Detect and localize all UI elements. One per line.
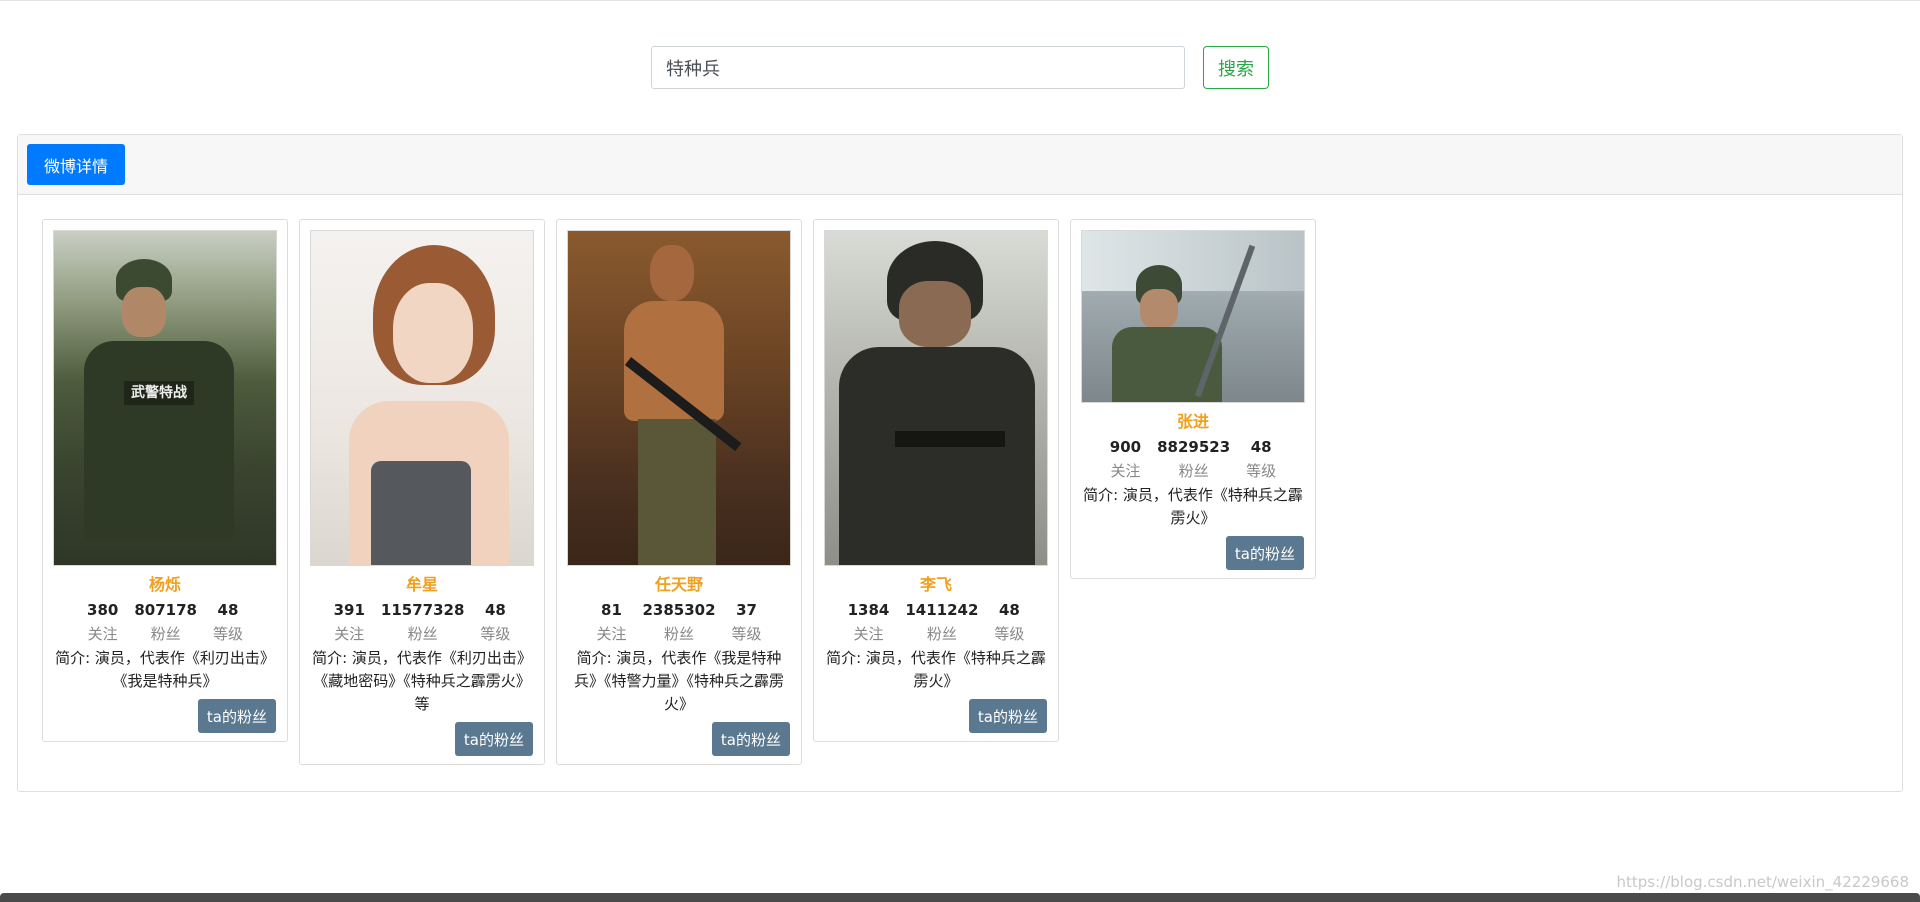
user-card: 牟星 391 关注 11577328 粉丝 48 等级 简介: 演员，代表作《利… <box>299 219 545 765</box>
user-intro: 简介: 演员，代表作《特种兵之霹雳火》 <box>1083 486 1303 527</box>
level-label: 等级 <box>731 625 762 643</box>
user-photo[interactable] <box>824 230 1048 566</box>
user-name[interactable]: 牟星 <box>406 574 438 596</box>
user-card: 张进 900 关注 8829523 粉丝 48 等级 简介: 演员，代表作《特种… <box>1070 219 1316 579</box>
user-stats: 81 关注 2385302 粉丝 37 等级 <box>568 598 790 646</box>
fans-label: 粉丝 <box>663 625 694 643</box>
fans-stat: 11577328 粉丝 <box>373 598 473 646</box>
follow-label: 关注 <box>87 625 118 643</box>
follow-stat: 900 关注 <box>1102 435 1149 483</box>
level-stat: 48 等级 <box>472 598 518 646</box>
follow-label: 关注 <box>853 625 884 643</box>
view-fans-button[interactable]: ta的粉丝 <box>1225 536 1304 570</box>
horizontal-scrollbar[interactable] <box>0 893 1920 902</box>
level-label: 等级 <box>1246 462 1277 480</box>
user-card: 李飞 1384 关注 1411242 粉丝 48 等级 简介: 演员，代表作《特… <box>813 219 1059 742</box>
fans-count: 807178 <box>134 601 197 619</box>
level-value: 37 <box>736 601 757 619</box>
fans-count: 1411242 <box>905 601 979 619</box>
user-stats: 380 关注 807178 粉丝 48 等级 <box>54 598 276 646</box>
fans-stat: 1411242 粉丝 <box>897 598 986 646</box>
follow-stat: 391 关注 <box>326 598 373 646</box>
user-intro: 简介: 演员，代表作《特种兵之霹雳火》 <box>826 649 1046 690</box>
follow-count: 1384 <box>847 601 890 619</box>
user-photo[interactable] <box>567 230 791 566</box>
level-value: 48 <box>217 601 239 619</box>
fans-stat: 8829523 粉丝 <box>1149 435 1238 483</box>
search-input[interactable] <box>651 46 1185 89</box>
fans-label: 粉丝 <box>407 625 438 643</box>
top-divider <box>0 0 1920 1</box>
fans-stat: 807178 粉丝 <box>126 598 205 646</box>
level-stat: 48 等级 <box>205 598 251 646</box>
user-photo[interactable] <box>1081 230 1305 403</box>
follow-label: 关注 <box>596 625 627 643</box>
level-label: 等级 <box>212 625 243 643</box>
level-value: 48 <box>484 601 506 619</box>
user-name[interactable]: 张进 <box>1177 411 1209 433</box>
user-intro: 简介: 演员，代表作《利刃出击》《藏地密码》《特种兵之霹雳火》等 <box>312 649 532 713</box>
view-fans-button[interactable]: ta的粉丝 <box>454 722 533 756</box>
panel-header: 微博详情 <box>18 135 1902 195</box>
level-stat: 48 等级 <box>986 598 1032 646</box>
follow-stat: 380 关注 <box>79 598 126 646</box>
follow-count: 81 <box>601 601 622 619</box>
level-label: 等级 <box>480 625 511 643</box>
follow-label: 关注 <box>334 625 365 643</box>
follow-count: 391 <box>333 601 365 619</box>
search-button[interactable]: 搜索 <box>1203 46 1269 89</box>
level-stat: 48 等级 <box>1238 435 1284 483</box>
fans-label: 粉丝 <box>926 625 957 643</box>
fans-count: 8829523 <box>1157 438 1231 456</box>
follow-stat: 81 关注 <box>588 598 634 646</box>
follow-stat: 1384 关注 <box>840 598 898 646</box>
fans-label: 粉丝 <box>1178 462 1209 480</box>
user-name[interactable]: 杨烁 <box>149 574 181 596</box>
search-bar: 搜索 <box>651 46 1269 89</box>
watermark-text: https://blog.csdn.net/weixin_42229668 <box>1616 873 1909 891</box>
view-fans-button[interactable]: ta的粉丝 <box>968 699 1047 733</box>
user-stats: 391 关注 11577328 粉丝 48 等级 <box>311 598 533 646</box>
user-intro: 简介: 演员，代表作《我是特种兵》《特警力量》《特种兵之霹雳火》 <box>573 649 784 713</box>
follow-count: 380 <box>87 601 119 619</box>
user-photo[interactable] <box>310 230 534 566</box>
user-intro: 简介: 演员，代表作《利刃出击》《我是特种兵》 <box>55 649 275 690</box>
level-value: 48 <box>1250 438 1272 456</box>
view-fans-button[interactable]: ta的粉丝 <box>711 722 790 756</box>
weibo-detail-tab[interactable]: 微博详情 <box>27 144 126 185</box>
user-name[interactable]: 任天野 <box>655 574 703 596</box>
level-label: 等级 <box>994 625 1025 643</box>
follow-count: 900 <box>1109 438 1142 456</box>
fans-label: 粉丝 <box>150 625 181 643</box>
user-stats: 1384 关注 1411242 粉丝 48 等级 <box>825 598 1047 646</box>
level-value: 48 <box>998 601 1020 619</box>
user-stats: 900 关注 8829523 粉丝 48 等级 <box>1082 435 1304 483</box>
weibo-panel: 微博详情 武警特战 杨烁 380 关注 807178 粉丝 48 等级 简介: … <box>17 134 1903 792</box>
fans-stat: 2385302 粉丝 <box>634 598 723 646</box>
view-fans-button[interactable]: ta的粉丝 <box>197 699 276 733</box>
fans-count: 2385302 <box>642 601 716 619</box>
fans-count: 11577328 <box>380 601 465 619</box>
user-card: 武警特战 杨烁 380 关注 807178 粉丝 48 等级 简介: 演员，代表… <box>42 219 288 742</box>
follow-label: 关注 <box>1110 462 1141 480</box>
user-photo[interactable]: 武警特战 <box>53 230 277 566</box>
user-name[interactable]: 李飞 <box>920 574 952 596</box>
user-card: 任天野 81 关注 2385302 粉丝 37 等级 简介: 演员，代表作《我是… <box>556 219 802 765</box>
level-stat: 37 等级 <box>724 598 770 646</box>
user-cards: 武警特战 杨烁 380 关注 807178 粉丝 48 等级 简介: 演员，代表… <box>42 219 1316 765</box>
